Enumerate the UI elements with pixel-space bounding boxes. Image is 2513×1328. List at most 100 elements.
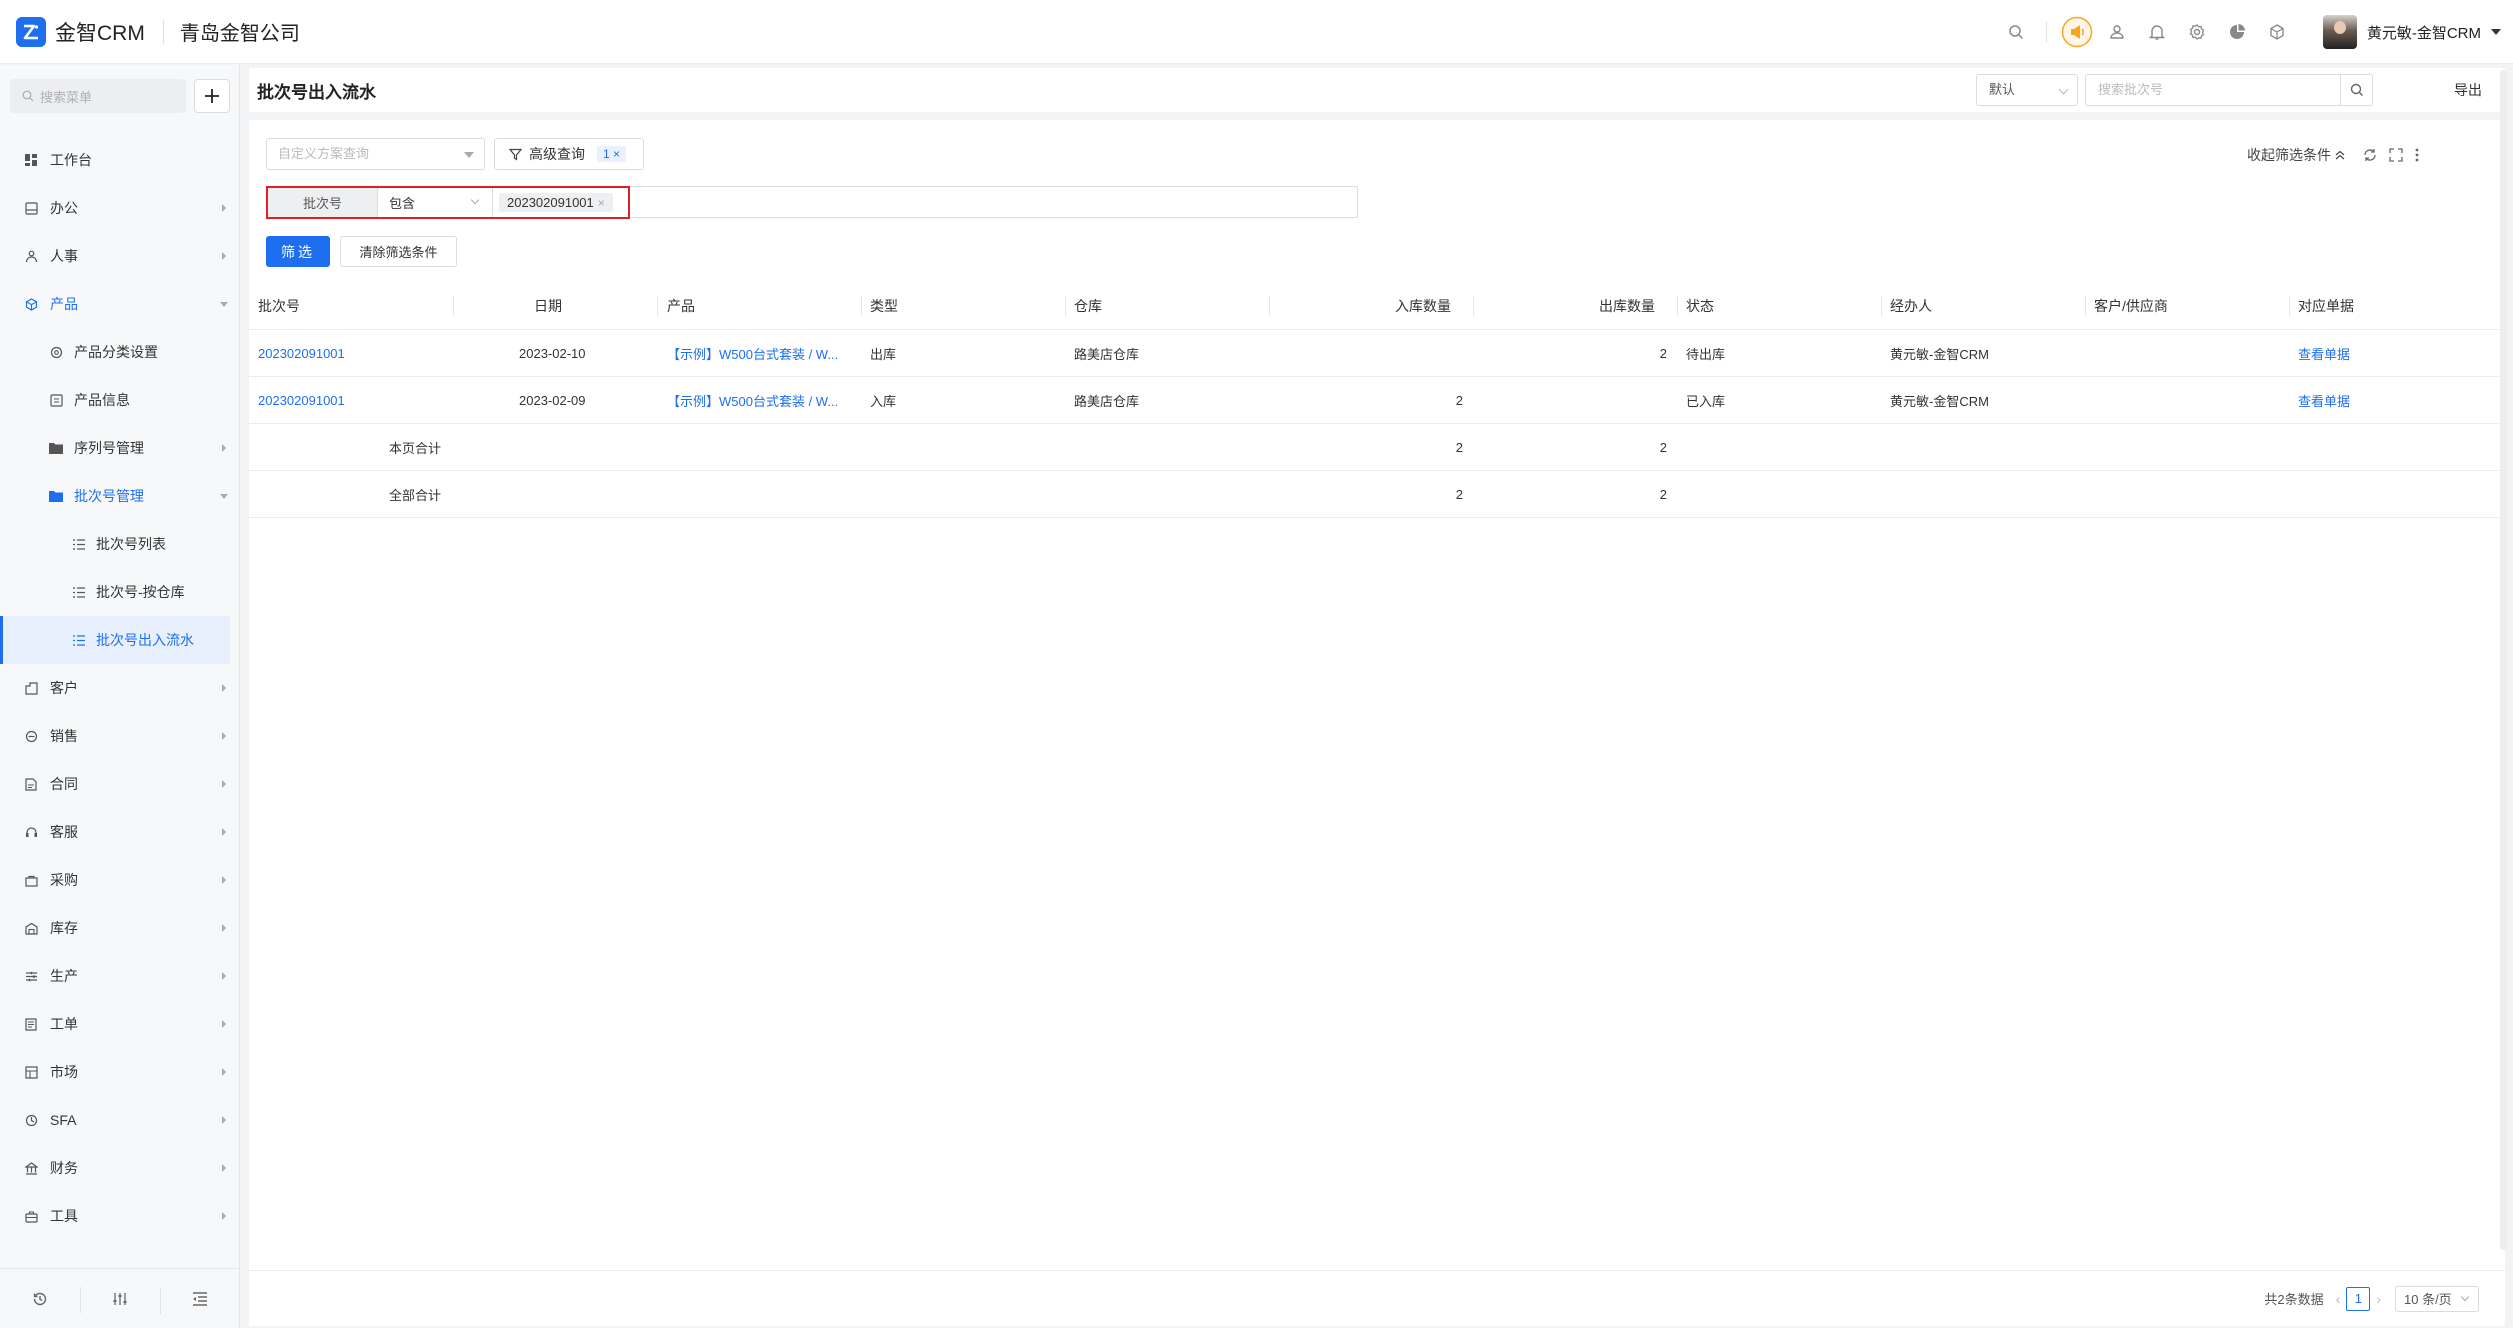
page-header: 批次号出入流水 默认 搜索批次号 导出	[249, 68, 2505, 112]
refresh-icon[interactable]	[2363, 148, 2377, 162]
sidebar-item-batch-by-warehouse[interactable]: 批次号-按仓库	[0, 568, 240, 616]
col-header-partner[interactable]: 客户/供应商	[2094, 282, 2244, 329]
finance-icon	[23, 1160, 39, 1176]
sidebar-item-tools[interactable]: 工具	[0, 1192, 240, 1240]
chevron-right-icon	[222, 204, 226, 212]
search-icon[interactable]	[1996, 24, 2036, 40]
scheme-select[interactable]: 自定义方案查询	[266, 138, 485, 170]
batch-number-link[interactable]: 202302091001	[258, 377, 438, 423]
column-divider	[1269, 296, 1270, 316]
pie-chart-icon[interactable]	[2217, 23, 2257, 41]
list-icon	[71, 536, 87, 552]
col-header-status[interactable]: 状态	[1686, 282, 1786, 329]
avatar[interactable]	[2322, 15, 2357, 49]
search-button[interactable]	[2340, 75, 2372, 105]
filter-operator-select[interactable]: 包含	[378, 188, 493, 217]
filter-field-label: 批次号	[268, 188, 378, 217]
advanced-query-button[interactable]: 高级查询 1 ×	[494, 138, 644, 170]
status-cell: 已入库	[1686, 393, 1726, 409]
app-logo-icon[interactable]	[16, 16, 46, 47]
sidebar-item-customer[interactable]: 客户	[0, 664, 240, 712]
page-total-row: 本页合计 2 2	[249, 424, 2499, 471]
sidebar-item-office[interactable]: 办公	[0, 184, 240, 232]
sidebar-item-batch-flow[interactable]: 批次号出入流水	[0, 616, 230, 664]
batch-search-input[interactable]: 搜索批次号	[2086, 75, 2340, 105]
company-name[interactable]: 青岛金智公司	[180, 17, 300, 46]
filter-value-tag: 202302091001 ×	[499, 193, 613, 212]
chevron-right-icon	[222, 1164, 226, 1172]
batch-search-box[interactable]: 搜索批次号	[2085, 74, 2373, 106]
sidebar-item-serial-management[interactable]: 序列号管理	[0, 424, 240, 472]
clear-filters-button[interactable]: 清除筛选条件	[340, 236, 457, 267]
view-document-link[interactable]: 查看单据	[2298, 330, 2448, 376]
page-size-select[interactable]: 10 条/页	[2395, 1285, 2479, 1312]
sidebar-item-sfa[interactable]: SFA	[0, 1096, 240, 1144]
header-divider	[162, 19, 164, 44]
history-icon[interactable]	[0, 1291, 80, 1307]
out-qty-cell	[1483, 377, 1667, 423]
col-header-type[interactable]: 类型	[870, 282, 970, 329]
sidebar-item-product-info[interactable]: 产品信息	[0, 376, 240, 424]
col-header-in-qty[interactable]: 入库数量	[1279, 282, 1451, 329]
sidebar-item-market[interactable]: 市场	[0, 1048, 240, 1096]
view-select[interactable]: 默认	[1976, 74, 2078, 106]
col-header-batch[interactable]: 批次号	[258, 282, 418, 329]
more-vertical-icon[interactable]	[2415, 148, 2419, 162]
chevron-double-up-icon[interactable]	[2335, 150, 2345, 160]
col-header-out-qty[interactable]: 出库数量	[1483, 282, 1655, 329]
contacts-icon[interactable]	[2097, 23, 2137, 41]
col-header-handler[interactable]: 经办人	[1890, 282, 2040, 329]
sidebar-item-inventory[interactable]: 库存	[0, 904, 240, 952]
filter-value-input[interactable]: 202302091001 ×	[493, 188, 628, 217]
col-header-date[interactable]: 日期	[534, 282, 654, 329]
sidebar-item-batch-management[interactable]: 批次号管理	[0, 472, 240, 520]
sidebar-item-label: 工单	[50, 1016, 78, 1032]
chevron-right-icon	[222, 876, 226, 884]
next-page-chevron-right-icon[interactable]: ›	[2376, 1291, 2381, 1307]
sidebar-item-workbench[interactable]: 工作台	[0, 136, 240, 184]
sidebar-item-finance[interactable]: 财务	[0, 1144, 240, 1192]
remove-tag-icon[interactable]: ×	[598, 196, 605, 210]
batch-number-link[interactable]: 202302091001	[258, 330, 438, 376]
page-scrollbar[interactable]	[2500, 70, 2507, 1250]
dashboard-icon	[23, 152, 39, 168]
view-document-link[interactable]: 查看单据	[2298, 377, 2448, 423]
product-link[interactable]: 【示例】W500台式套装 / W...	[667, 377, 855, 423]
product-link[interactable]: 【示例】W500台式套装 / W...	[667, 330, 855, 376]
col-header-product[interactable]: 产品	[667, 282, 787, 329]
fullscreen-icon[interactable]	[2389, 148, 2403, 162]
menu-search-input[interactable]: 搜索菜单	[10, 79, 186, 113]
sidebar-item-production[interactable]: 生产	[0, 952, 240, 1000]
sidebar-item-service[interactable]: 客服	[0, 808, 240, 856]
user-name[interactable]: 黄元敏-金智CRM	[2367, 22, 2481, 43]
contract-icon	[23, 776, 39, 792]
sidebar-item-product-category[interactable]: 产品分类设置	[0, 328, 240, 376]
sidebar-item-product[interactable]: 产品	[0, 280, 240, 328]
collapse-menu-icon[interactable]	[160, 1287, 240, 1314]
cube-icon[interactable]	[2257, 23, 2297, 41]
advanced-count-badge[interactable]: 1 ×	[597, 146, 627, 162]
filter-button[interactable]: 筛选	[266, 236, 330, 267]
sidebar-item-label: 财务	[50, 1160, 78, 1176]
col-header-warehouse[interactable]: 仓库	[1074, 282, 1174, 329]
announcement-icon[interactable]	[2057, 16, 2097, 48]
prev-page-chevron-left-icon[interactable]: ‹	[2336, 1291, 2341, 1307]
sidebar-item-work-order[interactable]: 工单	[0, 1000, 240, 1048]
sidebar-item-sales[interactable]: 销售	[0, 712, 240, 760]
sidebar-menu: 工作台 办公 人事 产品 产品分类设置 产品信息 序列号管理 批次号管理 批次号…	[0, 136, 240, 1240]
page-number-button[interactable]: 1	[2346, 1286, 2371, 1311]
user-menu-chevron-down-icon[interactable]	[2491, 29, 2501, 35]
col-header-doc[interactable]: 对应单据	[2298, 282, 2448, 329]
sidebar-item-purchase[interactable]: 采购	[0, 856, 240, 904]
collapse-filters-link[interactable]: 收起筛选条件	[2247, 145, 2331, 165]
tune-icon[interactable]	[80, 1286, 160, 1313]
bell-icon[interactable]	[2137, 23, 2177, 41]
sidebar-item-batch-list[interactable]: 批次号列表	[0, 520, 240, 568]
sidebar-item-contract[interactable]: 合同	[0, 760, 240, 808]
chevron-right-icon	[222, 252, 226, 260]
sidebar-item-hr[interactable]: 人事	[0, 232, 240, 280]
ticket-icon	[23, 1016, 39, 1032]
export-button[interactable]: 导出	[2454, 80, 2482, 100]
add-menu-button[interactable]	[194, 79, 230, 113]
gear-icon[interactable]	[2177, 23, 2217, 41]
